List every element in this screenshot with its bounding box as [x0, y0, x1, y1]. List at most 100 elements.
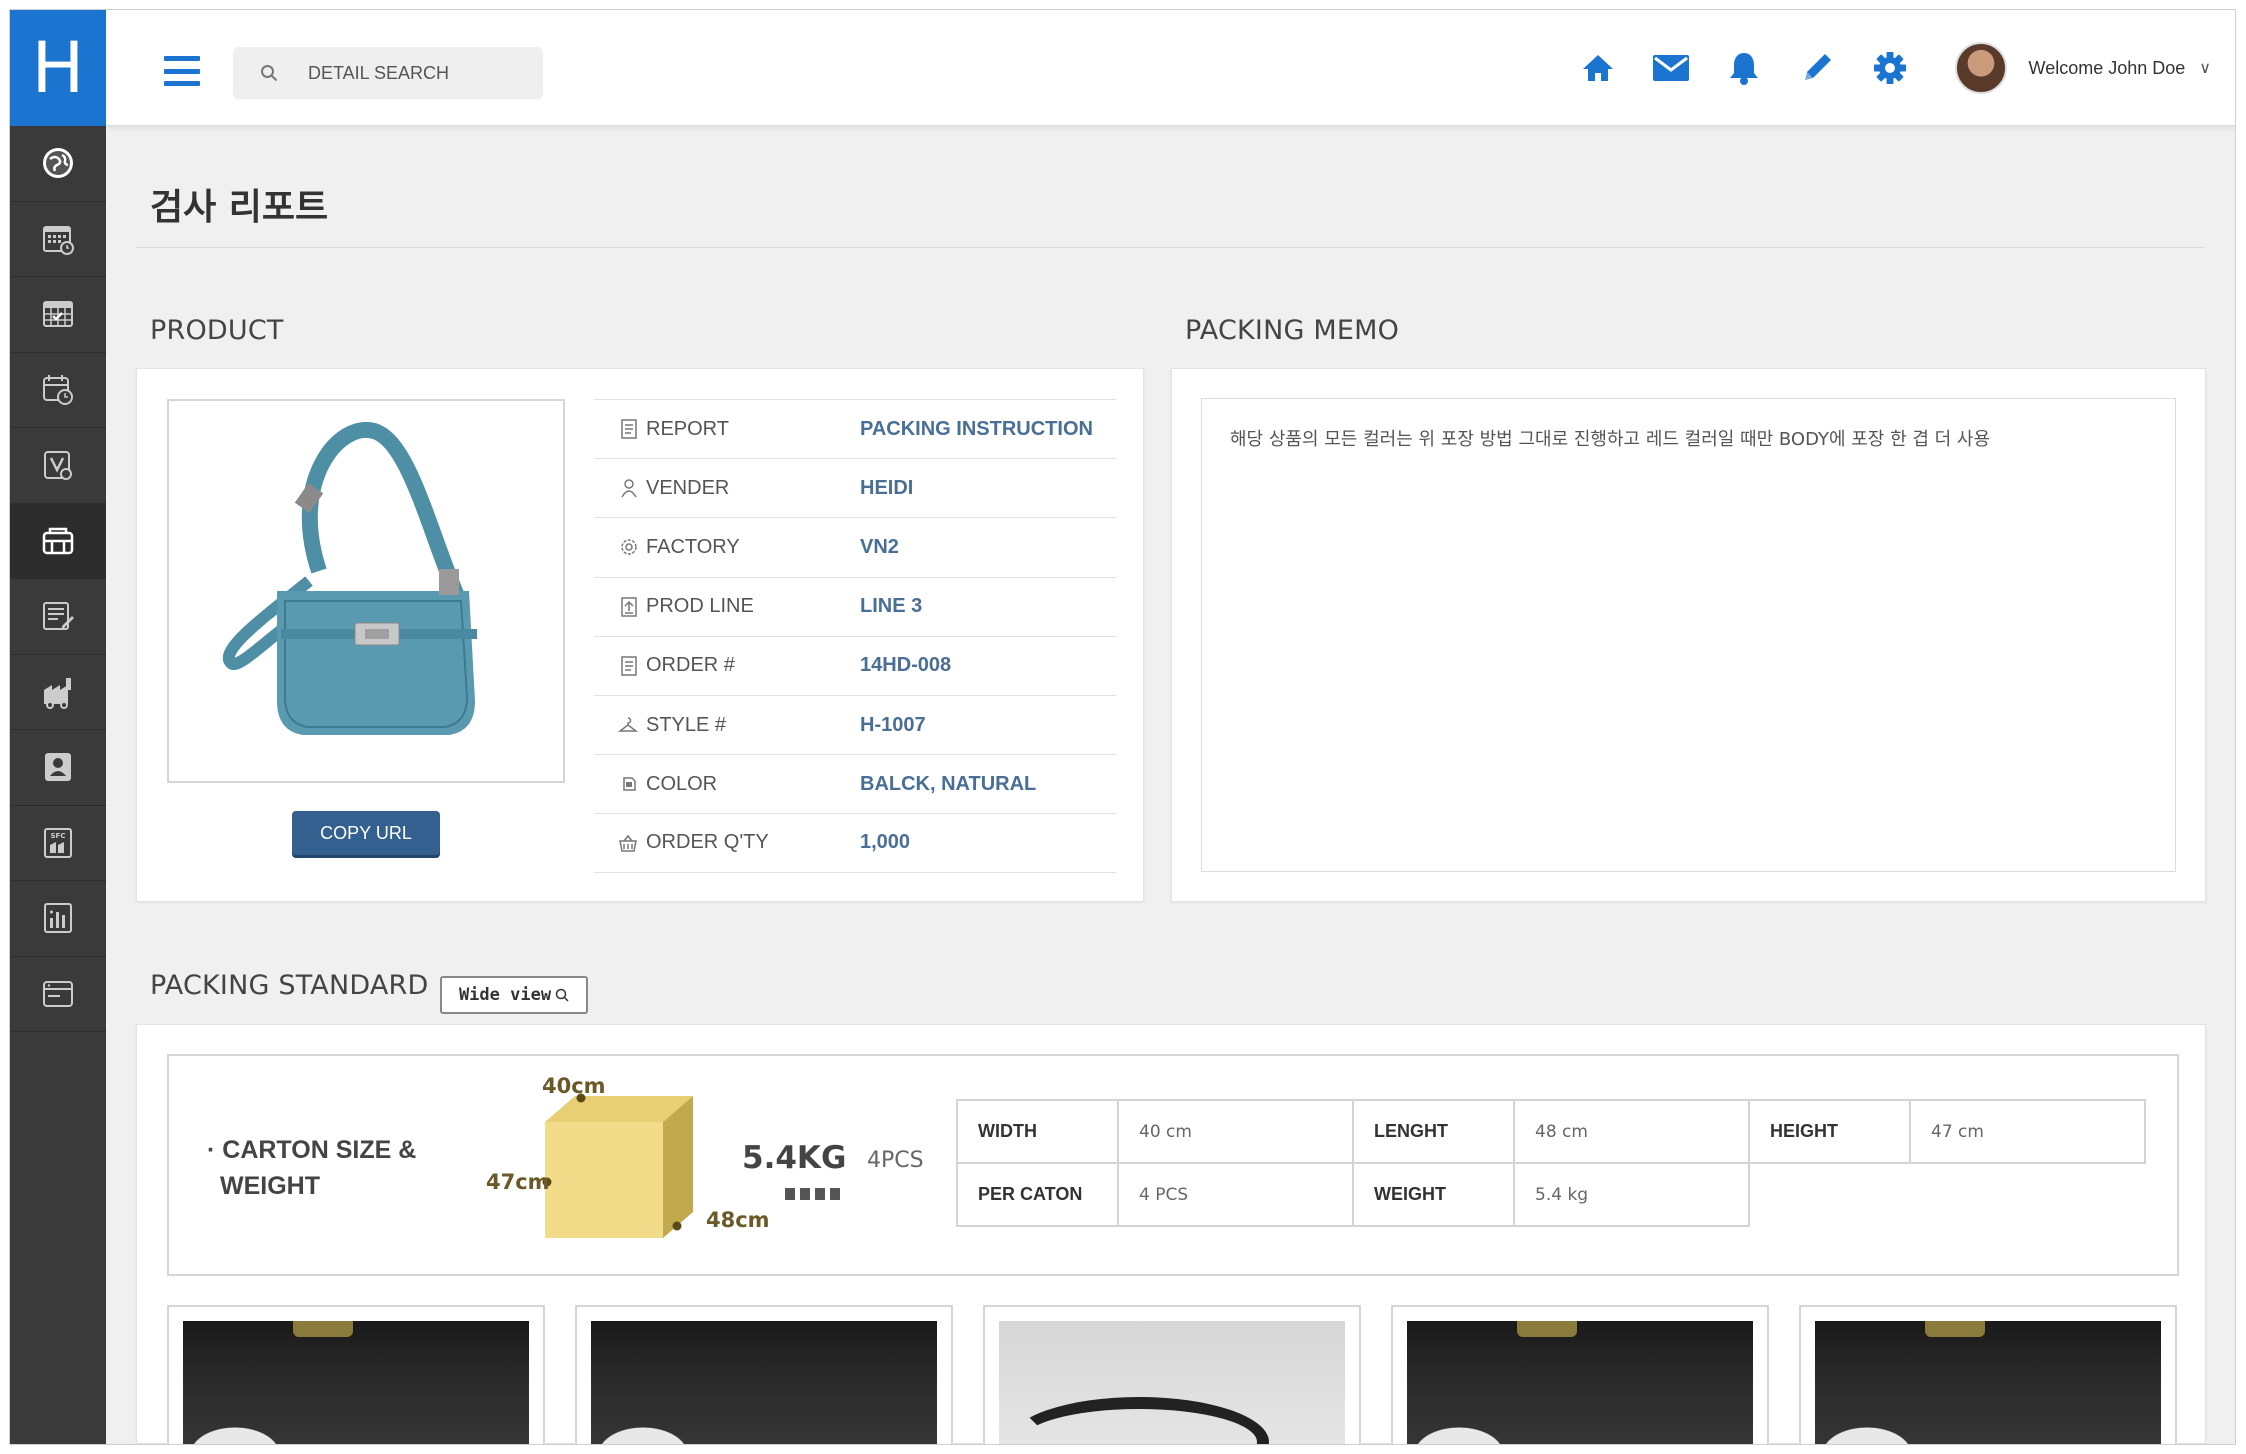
sidebar-item-statistics[interactable]	[10, 881, 106, 957]
info-value: PACKING INSTRUCTION	[860, 417, 1093, 440]
packing-photo[interactable]	[575, 1305, 953, 1444]
product-card: COPY URL REPORT PACKING INSTRUCTION VEND…	[136, 368, 1144, 902]
info-label: STYLE #	[646, 713, 727, 736]
info-row-factory: FACTORY VN2	[594, 517, 1116, 576]
document-icon	[621, 656, 637, 676]
info-value: HEIDI	[860, 476, 914, 499]
product-section-title: PRODUCT	[150, 315, 284, 346]
memo-text: 해당 상품의 모든 컬러는 위 포장 방법 그대로 진행하고 레드 컬러일 때만…	[1230, 429, 1991, 450]
packing-photo[interactable]	[1799, 1305, 2177, 1444]
spec-value: 4 PCS	[1117, 1162, 1354, 1227]
packing-standard-section-title: PACKING STANDARD	[150, 970, 429, 1001]
info-label: FACTORY	[646, 535, 740, 558]
document-icon	[621, 419, 637, 439]
search-input[interactable]	[308, 62, 508, 84]
carton-size-panel: · CARTON SIZE & WEIGHT 40cm 47cm 48cm 5.…	[167, 1054, 2179, 1276]
search-icon[interactable]	[260, 64, 278, 82]
sidebar-item-calendar[interactable]	[10, 202, 106, 277]
home-button[interactable]	[1562, 53, 1635, 83]
info-value: 1,000	[860, 831, 911, 854]
product-image	[167, 399, 565, 783]
top-bar: Welcome John Doe ∨	[106, 10, 2235, 126]
app-logo[interactable]: H	[10, 10, 106, 126]
sidebar-item-schedule[interactable]	[10, 277, 106, 353]
page-title: 검사 리포트	[150, 187, 329, 228]
settings-button[interactable]	[1854, 51, 1927, 85]
sidebar-item-sfc[interactable]: SFC	[10, 806, 106, 881]
statistics-icon	[44, 903, 72, 934]
carton-label-line1: · CARTON SIZE &	[207, 1136, 417, 1164]
packing-photo[interactable]	[983, 1305, 1361, 1444]
main-content: 검사 리포트 PRODUCT COPY URL REPORT PACKING I…	[106, 126, 2235, 1444]
menu-toggle-icon[interactable]	[164, 56, 200, 86]
sfc-icon: SFC	[44, 827, 72, 858]
sidebar: H SFC	[10, 10, 106, 1444]
spec-label: WEIGHT	[1352, 1162, 1515, 1227]
logo-letter: H	[31, 27, 85, 109]
carton-spec-table: WIDTH 40 cm LENGHT 48 cm HEIGHT 47 cm PE…	[956, 1099, 2146, 1227]
packing-icon	[42, 527, 74, 554]
dim-top-label: 40cm	[542, 1074, 606, 1098]
spec-label: LENGHT	[1352, 1099, 1515, 1164]
report-edit-icon	[43, 602, 74, 631]
top-actions: Welcome John Doe ∨	[1562, 10, 2235, 126]
schedule-icon	[43, 301, 73, 328]
calendar-clock-icon	[43, 374, 73, 405]
product-info-table: REPORT PACKING INSTRUCTION VENDER HEIDI …	[594, 399, 1116, 873]
factory-icon	[44, 677, 71, 709]
svg-text:SFC: SFC	[51, 832, 66, 840]
spec-value: 48 cm	[1513, 1099, 1750, 1164]
wide-view-label: Wide view	[458, 985, 552, 1005]
dim-right-label: 48cm	[706, 1208, 770, 1232]
hanger-icon	[618, 717, 638, 732]
copy-url-button[interactable]: COPY URL	[292, 811, 440, 855]
title-divider	[136, 247, 2205, 248]
detail-search	[233, 47, 543, 99]
packing-photos	[167, 1305, 2177, 1444]
id-card-icon	[45, 753, 71, 782]
spec-value: 5.4 kg	[1513, 1162, 1750, 1227]
sidebar-item-report-edit[interactable]	[10, 579, 106, 655]
sidebar-item-id-card[interactable]	[10, 730, 106, 806]
sidebar-item-calendar-clock[interactable]	[10, 353, 106, 428]
spec-label: WIDTH	[956, 1099, 1119, 1164]
packing-memo-section-title: PACKING MEMO	[1185, 315, 1400, 346]
info-label: PROD LINE	[646, 595, 754, 618]
sidebar-item-window[interactable]	[10, 957, 106, 1032]
sidebar-item-packing[interactable]	[10, 503, 106, 579]
info-label: VENDER	[646, 476, 730, 499]
pencil-icon	[1805, 54, 1832, 80]
spec-value: 47 cm	[1909, 1099, 2146, 1164]
sidebar-item-globe[interactable]	[10, 126, 106, 202]
notifications-button[interactable]	[1708, 51, 1781, 85]
wide-view-button[interactable]: Wide view	[440, 976, 588, 1014]
packing-photo[interactable]	[1391, 1305, 1769, 1444]
upload-doc-icon	[621, 596, 637, 617]
edit-button[interactable]	[1781, 52, 1854, 84]
info-row-report: REPORT PACKING INSTRUCTION	[594, 399, 1116, 458]
window-icon	[43, 980, 73, 1007]
sidebar-item-factory[interactable]	[10, 655, 106, 730]
info-value: VN2	[860, 535, 899, 558]
carton-box-illustration	[542, 1093, 693, 1238]
calendar-icon	[43, 225, 74, 255]
info-value: H-1007	[860, 713, 926, 736]
welcome-text[interactable]: Welcome John Doe	[2029, 58, 2186, 79]
handbag-image	[223, 421, 477, 735]
info-value: LINE 3	[860, 595, 923, 618]
home-icon	[1583, 55, 1614, 81]
packing-memo-card: 해당 상품의 모든 컬러는 위 포장 방법 그대로 진행하고 레드 컬러일 때만…	[1171, 368, 2206, 902]
chevron-down-icon[interactable]: ∨	[2199, 58, 2211, 78]
packing-photo[interactable]	[167, 1305, 545, 1444]
sidebar-item-inspection[interactable]	[10, 428, 106, 504]
info-row-color: COLOR BALCK, NATURAL	[594, 754, 1116, 813]
info-value: BALCK, NATURAL	[860, 772, 1037, 795]
gear-icon	[1874, 52, 1907, 84]
mail-button[interactable]	[1635, 55, 1708, 81]
dim-left-label: 47cm	[486, 1170, 550, 1194]
person-icon	[621, 479, 637, 498]
app-frame: H SFC DETAIL SEARCH Welcome John Doe ∨ 검…	[9, 9, 2236, 1445]
info-label: REPORT	[646, 417, 729, 440]
info-value: 14HD-008	[860, 654, 952, 677]
avatar[interactable]	[1954, 42, 2007, 94]
